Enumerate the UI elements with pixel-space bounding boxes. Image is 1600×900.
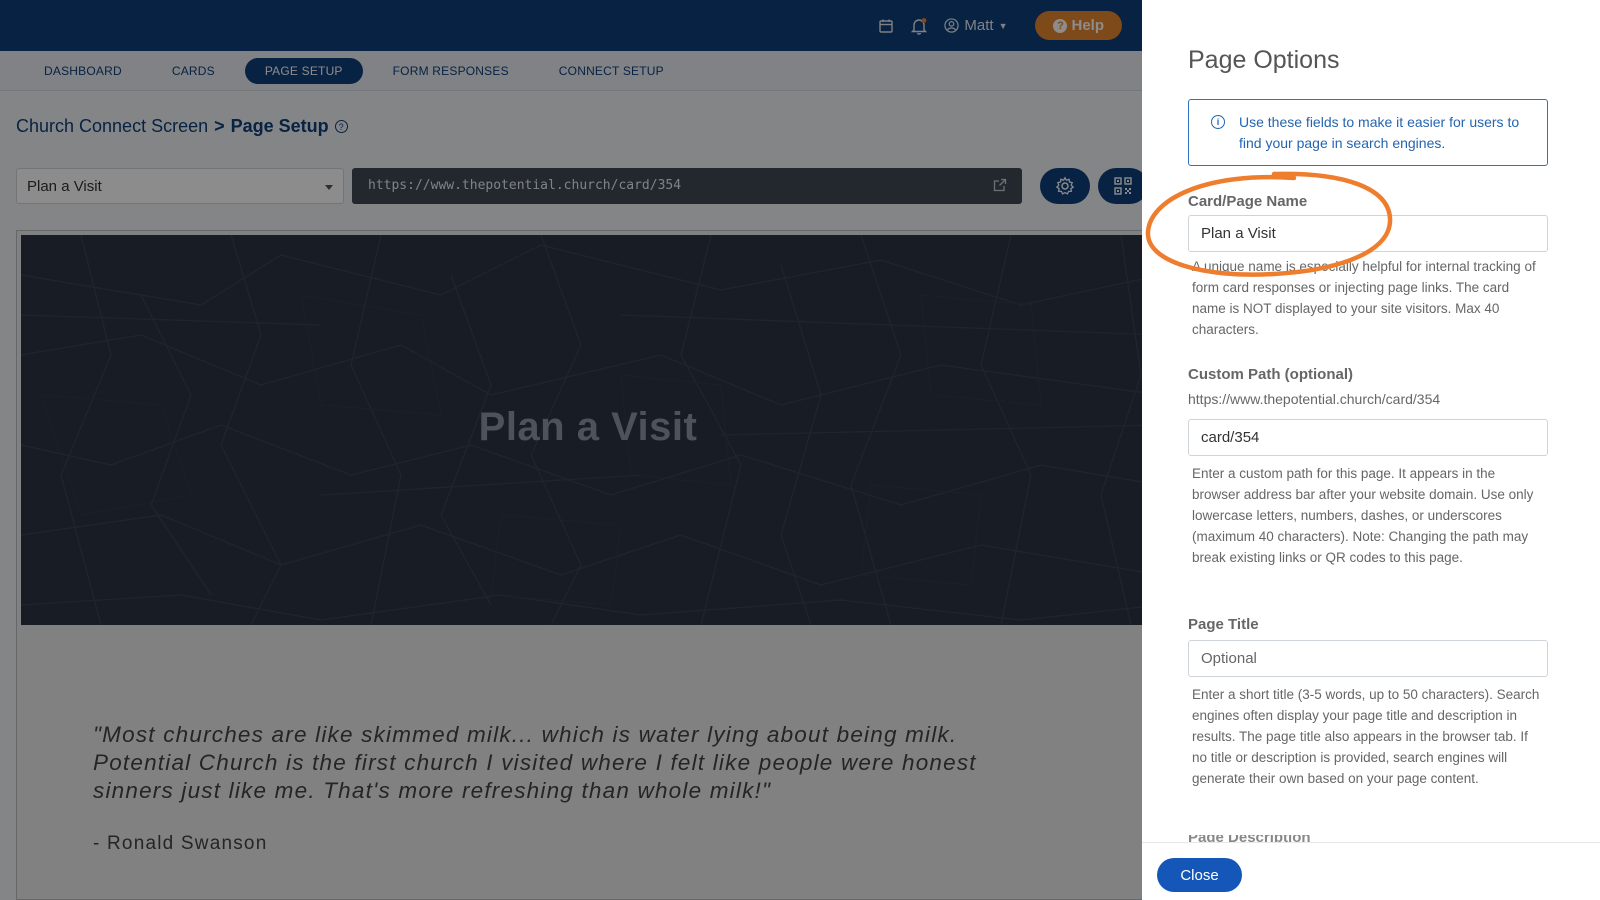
- breadcrumb-current: Page Setup: [230, 116, 329, 136]
- help-button[interactable]: ? Help: [1035, 11, 1122, 40]
- main-nav: DASHBOARD CARDS PAGE SETUP FORM RESPONSE…: [0, 51, 1142, 91]
- panel-title: Page Options: [1188, 46, 1340, 74]
- custom-path-label: Custom Path (optional): [1188, 366, 1353, 383]
- bell-icon[interactable]: [910, 17, 928, 35]
- tab-dashboard[interactable]: DASHBOARD: [24, 58, 142, 84]
- tab-connect-setup[interactable]: CONNECT SETUP: [539, 58, 684, 84]
- chevron-down-icon: ▼: [998, 20, 1008, 31]
- page-url: https://www.thepotential.church/card/354: [368, 178, 682, 193]
- page-title-label: Page Title: [1188, 616, 1259, 633]
- tab-form-responses[interactable]: FORM RESPONSES: [373, 58, 529, 84]
- seo-notice: i Use these fields to make it easier for…: [1188, 99, 1548, 166]
- page-title-help: Enter a short title (3-5 words, up to 50…: [1192, 687, 1540, 786]
- user-menu[interactable]: Matt ▼: [944, 17, 1007, 34]
- tab-page-setup[interactable]: PAGE SETUP: [244, 57, 363, 84]
- external-link-icon[interactable]: [992, 177, 1008, 193]
- info-icon: i: [1211, 115, 1225, 129]
- testimonial-author: - Ronald Swanson: [93, 833, 268, 854]
- custom-path-input[interactable]: card/354: [1188, 419, 1548, 456]
- settings-button[interactable]: [1040, 168, 1090, 204]
- hero-title: Plan a Visit: [478, 405, 698, 449]
- custom-path-base-url: https://www.thepotential.church/card/354: [1188, 391, 1441, 407]
- caret-down-icon: [325, 185, 333, 190]
- breadcrumb-separator: >: [214, 116, 225, 136]
- gear-icon: [1055, 176, 1075, 195]
- page-select-value: Plan a Visit: [27, 178, 102, 195]
- close-button[interactable]: Close: [1157, 858, 1242, 892]
- card-name-help: A unique name is especially helpful for …: [1192, 259, 1536, 337]
- custom-path-help: Enter a custom path for this page. It ap…: [1192, 466, 1534, 565]
- qr-code-button[interactable]: [1098, 168, 1142, 204]
- seo-notice-text: Use these fields to make it easier for u…: [1239, 114, 1520, 151]
- question-circle-icon: ?: [1053, 18, 1068, 33]
- user-name: Matt: [964, 17, 994, 34]
- testimonial-quote: "Most churches are like skimmed milk... …: [93, 722, 977, 803]
- page-title-input[interactable]: Optional: [1188, 640, 1548, 677]
- app-background: Matt ▼ ? Help DASHBOARD CARDS PAGE SETUP…: [0, 0, 1142, 900]
- card-name-label: Card/Page Name: [1188, 193, 1308, 210]
- hero-banner: Plan a Visit: [21, 235, 1142, 625]
- question-circle-icon[interactable]: ?: [334, 120, 348, 133]
- page-url-bar[interactable]: https://www.thepotential.church/card/354: [352, 168, 1022, 204]
- panel-footer: Close: [1142, 842, 1600, 900]
- top-bar: Matt ▼ ? Help: [0, 0, 1142, 51]
- help-label: Help: [1071, 17, 1104, 34]
- breadcrumb: Church Connect Screen > Page Setup ?: [16, 116, 348, 137]
- page-select[interactable]: Plan a Visit: [16, 168, 344, 204]
- card-name-input[interactable]: Plan a Visit: [1188, 215, 1548, 252]
- page-preview: Plan a Visit "Most churches are like ski…: [16, 230, 1142, 900]
- tab-cards[interactable]: CARDS: [152, 58, 235, 84]
- page-options-panel: Page Options i Use these fields to make …: [1142, 0, 1600, 900]
- top-bar-actions: Matt ▼ ? Help: [878, 0, 1142, 51]
- breadcrumb-parent[interactable]: Church Connect Screen: [16, 116, 208, 137]
- qr-code-icon: [1114, 177, 1132, 195]
- calendar-icon[interactable]: [878, 18, 894, 34]
- user-avatar-icon: [944, 18, 960, 33]
